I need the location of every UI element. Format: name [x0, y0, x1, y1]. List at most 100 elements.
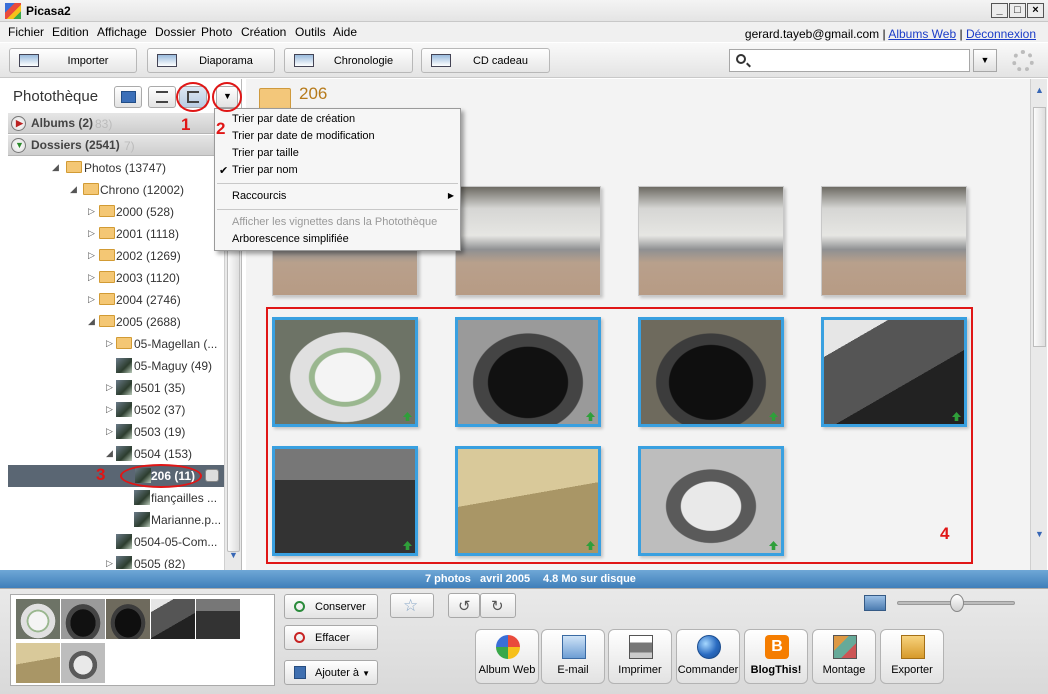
tree-item[interactable]: ▷ 0503 (19)	[0, 421, 224, 443]
tree-item[interactable]: fiançailles ...	[0, 487, 224, 509]
tree-item[interactable]: ▷ 05-Magellan (...	[0, 333, 224, 355]
slideshow-icon	[157, 54, 177, 67]
menu-item-sort-created[interactable]: Trier par date de création	[232, 113, 355, 125]
logout-link[interactable]: Déconnexion	[966, 27, 1036, 41]
import-button[interactable]: Importer	[9, 48, 137, 73]
library-title: Photothèque	[13, 88, 99, 105]
tray-thumbnail[interactable]	[106, 599, 150, 639]
tray-thumbnail[interactable]	[61, 599, 105, 639]
scroll-up-icon[interactable]: ▲	[1035, 85, 1044, 95]
menu-item-simple-tree[interactable]: Arborescence simplifiée	[232, 233, 349, 245]
upload-status-icon[interactable]	[205, 469, 219, 482]
albums-web-link[interactable]: Albums Web	[888, 27, 956, 41]
annotation-box	[266, 307, 973, 564]
annotation-label: 1	[181, 115, 191, 134]
email-button[interactable]: E-mail	[541, 629, 605, 684]
search-options-button[interactable]: ▼	[973, 49, 997, 72]
tree-item[interactable]: ◢ 0504 (153)	[0, 443, 224, 465]
search-icon	[736, 54, 746, 64]
blogthis-button[interactable]: B BlogThis!	[744, 629, 808, 684]
folders-section[interactable]: ▼ Dossiers (2541) 7)	[8, 135, 224, 156]
tree-item[interactable]: Marianne.p...	[0, 509, 224, 531]
keep-button[interactable]: Conserver	[284, 594, 378, 619]
close-button[interactable]: ×	[1027, 3, 1044, 18]
maximize-button[interactable]: □	[1009, 3, 1026, 18]
menu-item-shortcuts[interactable]: Raccourcis	[232, 190, 286, 202]
tree-item[interactable]: ▷ 0501 (35)	[0, 377, 224, 399]
tray-thumbnail[interactable]	[16, 643, 60, 683]
tree-item[interactable]: ▷ 0505 (82)	[0, 553, 224, 569]
tree-item[interactable]: ◢ 2005 (2688)	[0, 311, 224, 333]
blogger-icon: B	[765, 635, 789, 659]
tray-thumbnail[interactable]	[16, 599, 60, 639]
albums-section[interactable]: ▶ Albums (2) 83)	[8, 113, 224, 134]
web-album-button[interactable]: Album Web	[475, 629, 539, 684]
tree-item[interactable]: ▷ 2001 (1118)	[0, 223, 224, 245]
timeline-button[interactable]: Chronologie	[284, 48, 413, 73]
menu-separator	[217, 209, 458, 210]
menu-outils[interactable]: Outils	[295, 25, 326, 39]
rotate-right-button[interactable]: ↻	[480, 593, 516, 618]
tray-thumbnail[interactable]	[196, 599, 240, 639]
account-email: gerard.tayeb@gmail.com	[744, 27, 880, 41]
scroll-thumb[interactable]	[1033, 107, 1046, 347]
add-to-button[interactable]: Ajouter à ▼	[284, 660, 378, 685]
tray-thumbnail[interactable]	[151, 599, 195, 639]
new-album-button[interactable]	[114, 86, 142, 108]
menu-creation[interactable]: Création	[241, 25, 286, 39]
sort-context-menu: Trier par date de création Trier par dat…	[214, 108, 461, 251]
scroll-down-icon[interactable]: ▼	[1035, 529, 1044, 539]
tree-item[interactable]: ▷ 0502 (37)	[0, 399, 224, 421]
tree-item[interactable]: ▷ 2003 (1120)	[0, 267, 224, 289]
export-button[interactable]: Exporter	[880, 629, 944, 684]
annotation-circle	[176, 82, 210, 112]
tree-item[interactable]: ▷ 2004 (2746)	[0, 289, 224, 311]
timeline-icon	[294, 54, 314, 67]
menu-item-sort-modified[interactable]: Trier par date de modification	[232, 130, 375, 142]
tree-item[interactable]: ▷ 2002 (1269)	[0, 245, 224, 267]
menu-edition[interactable]: Edition	[52, 25, 89, 39]
search-input[interactable]	[729, 49, 970, 72]
slideshow-button[interactable]: Diaporama	[147, 48, 275, 73]
tree-item[interactable]: ▷ 2000 (528)	[0, 201, 224, 223]
cd-icon	[431, 54, 451, 67]
tree-item[interactable]: 0504-05-Com...	[0, 531, 224, 553]
menu-photo[interactable]: Photo	[201, 25, 232, 39]
rotate-right-icon: ↻	[491, 598, 504, 615]
list-icon	[156, 91, 168, 103]
menu-fichier[interactable]: Fichier	[8, 25, 44, 39]
print-button[interactable]: Imprimer	[608, 629, 672, 684]
menu-affichage[interactable]: Affichage	[97, 25, 147, 39]
list-view-button[interactable]	[148, 86, 176, 108]
tree-item[interactable]: ◢ Chrono (12002)	[0, 179, 224, 201]
collage-button[interactable]: Montage	[812, 629, 876, 684]
printer-icon	[629, 635, 653, 659]
tree-item[interactable]: ◢ Photos (13747)	[0, 157, 224, 179]
clear-button[interactable]: Effacer	[284, 625, 378, 650]
zoom-slider-knob[interactable]	[950, 594, 964, 612]
tree-item[interactable]: 05-Maguy (49)	[0, 355, 224, 377]
menu-dossier[interactable]: Dossier	[155, 25, 196, 39]
star-icon: ☆	[403, 596, 419, 615]
photo-thumbnail[interactable]	[455, 186, 601, 296]
star-button[interactable]: ☆	[390, 593, 434, 618]
chevron-down-icon: ▼	[362, 669, 370, 678]
rotate-left-button[interactable]: ↺	[448, 593, 480, 618]
keep-icon	[294, 601, 305, 612]
annotation-label: 3	[96, 465, 106, 484]
menu-aide[interactable]: Aide	[333, 25, 357, 39]
photo-thumbnail[interactable]	[638, 186, 784, 296]
menu-item-sort-size[interactable]: Trier par taille	[232, 147, 299, 159]
grid-scrollbar[interactable]: ▲ ▼	[1030, 79, 1047, 570]
menu-item-sort-name[interactable]: Trier par nom	[232, 164, 298, 176]
camera-icon	[19, 54, 39, 67]
zoom-slider[interactable]	[897, 594, 1015, 612]
gift-cd-button[interactable]: CD cadeau	[421, 48, 550, 73]
add-album-icon	[121, 91, 136, 103]
order-prints-button[interactable]: Commander	[676, 629, 740, 684]
expand-arrow-icon: ▼	[11, 138, 26, 153]
scroll-down-icon[interactable]: ▼	[229, 550, 238, 560]
photo-thumbnail[interactable]	[821, 186, 967, 296]
minimize-button[interactable]: _	[991, 3, 1008, 18]
tray-thumbnail[interactable]	[61, 643, 105, 683]
